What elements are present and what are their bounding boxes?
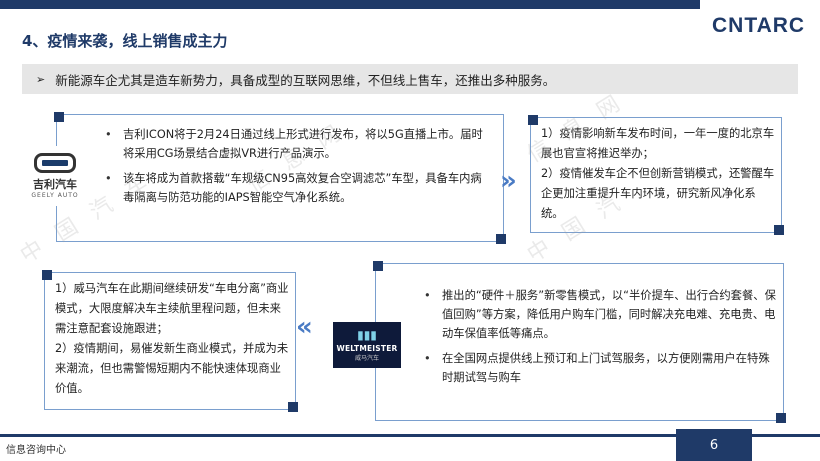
footer-label: 信息咨询中心 [6,445,66,456]
weltmeister-logo-sub: 威马汽车 [354,354,379,362]
geely-logo-name: 吉利汽车 [33,178,77,191]
weltmeister-bullet-list: 推出的“硬件＋服务”新零售模式，以“半价提车、出行合约套餐、保值回购”等方案，降… [424,286,777,393]
chevron-right-icon: » [500,166,517,196]
page-title: 4、疫情来袭，线上销售成主力 [22,32,228,50]
corner-decoration [776,413,786,423]
top-accent-bar [0,0,700,9]
summary-banner: ➢ 新能源车企尤其是造车新势力，具备成型的互联网思维，不但线上售车，还推出多种服… [22,64,798,94]
page-number: 6 [676,429,752,461]
weltmeister-logo: ▮▮▮ WELTMEISTER 威马汽车 [333,322,401,368]
corner-decoration [373,261,383,271]
analysis-line: 2）疫情期间，易催发新生商业模式，并成为未来潮流，但也需警惕短期内不能快速体现商… [55,342,289,395]
analysis-line: 1）威马汽车在此期间继续研发“车电分离”商业模式，大限度解决车主续航里程问题，但… [55,282,289,335]
geely-emblem-icon [34,153,76,173]
corner-decoration [288,402,298,412]
geely-logo-sub: GEELY AUTO [31,192,79,199]
weltmeister-emblem-icon: ▮▮▮ [357,327,377,342]
arrow-bullet-icon: ➢ [36,72,46,86]
chevron-left-icon: « [296,312,313,342]
list-item: 推出的“硬件＋服务”新零售模式，以“半价提车、出行合约套餐、保值回购”等方案，降… [424,286,777,343]
corner-decoration [54,112,64,122]
weltmeister-analysis-box: 1）威马汽车在此期间继续研发“车电分离”商业模式，大限度解决车主续航里程问题，但… [42,270,298,412]
list-item: 在全国网点提供线上预订和上门试驾服务，以方便刚需用户在特殊时期试驾与购车 [424,349,777,387]
geely-logo: 吉利汽车 GEELY AUTO [22,146,88,206]
weltmeister-logo-name: WELTMEISTER [336,343,398,353]
corner-decoration [528,115,538,125]
banner-text: 新能源车企尤其是造车新势力，具备成型的互联网思维，不但线上售车，还推出多种服务。 [55,72,556,88]
list-item: 该车将成为首款搭载“车规级CN95高效复合空调滤芯”车型，具备车内病毒隔离与防范… [105,169,493,207]
corner-decoration [496,234,506,244]
cnatrc-logo: CNTARC [712,14,806,37]
weltmeister-info-box: 推出的“硬件＋服务”新零售模式，以“半价提车、出行合约套餐、保值回购”等方案，降… [373,261,786,423]
corner-decoration [42,270,52,280]
corner-decoration [774,225,784,235]
